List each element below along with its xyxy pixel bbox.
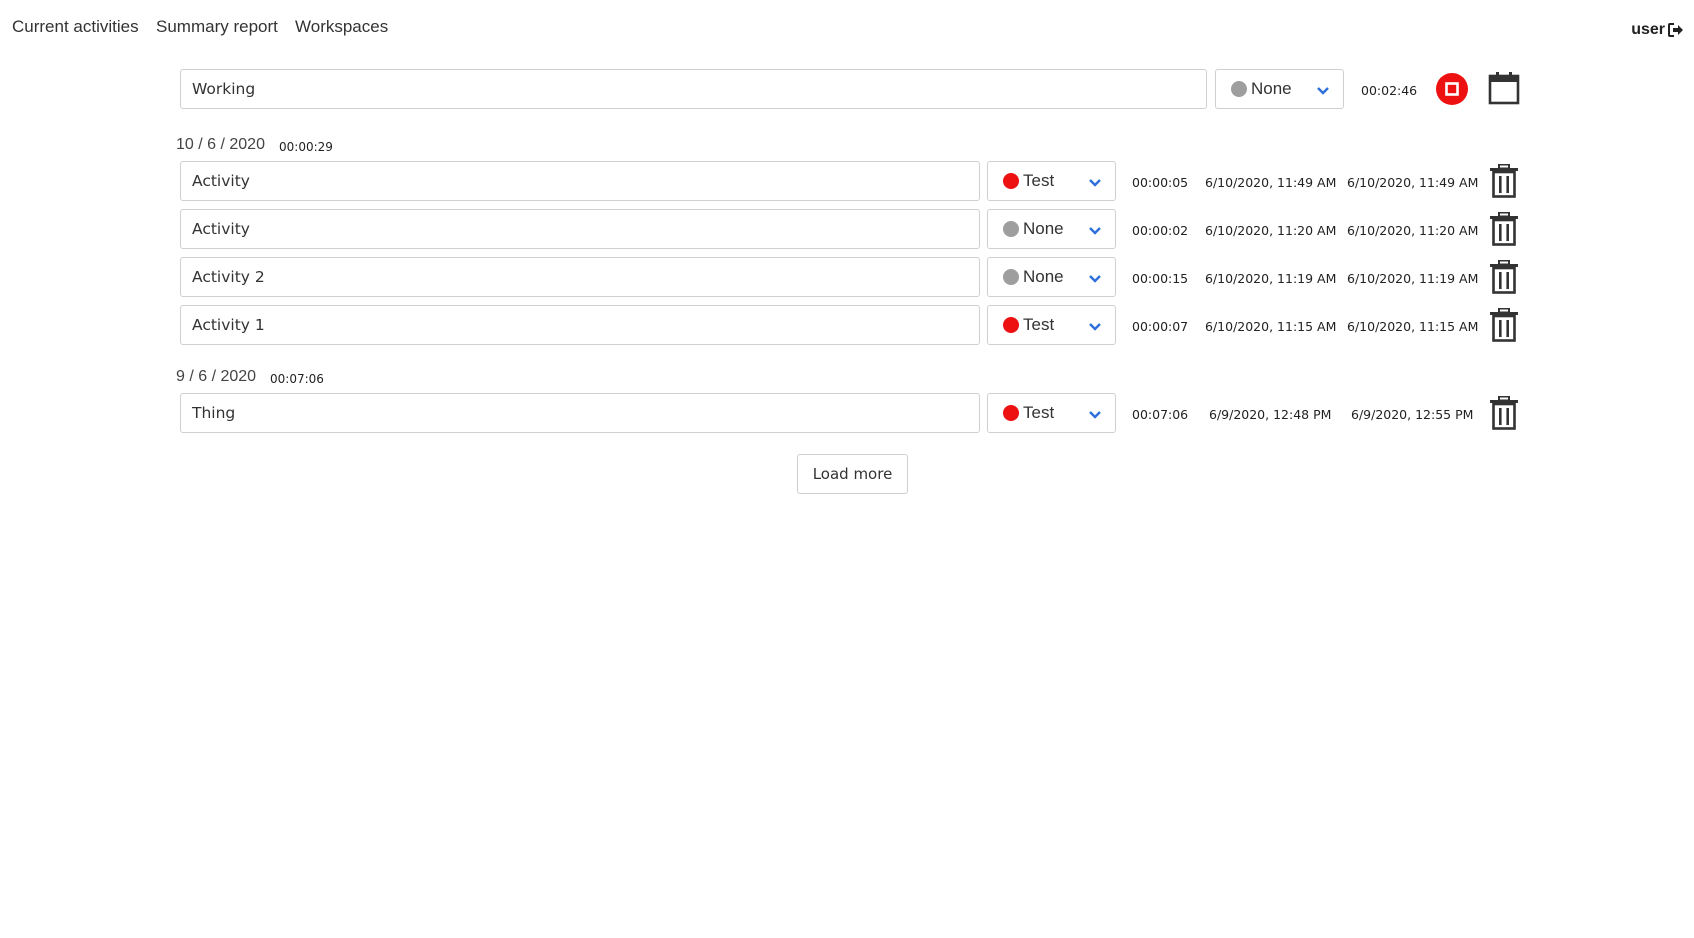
entry-duration: 00:00:15 (1132, 271, 1189, 286)
tag-color-dot (1003, 173, 1019, 189)
entry-end-time: 6/10/2020, 11:20 AM (1347, 223, 1479, 238)
group-total-duration: 00:00:29 (279, 140, 333, 154)
nav-workspaces[interactable]: Workspaces (295, 17, 388, 37)
group-date: 10 / 6 / 2020 (176, 136, 265, 153)
chevron-down-icon (1088, 407, 1102, 425)
tag-label: None (1023, 267, 1064, 286)
group-date: 9 / 6 / 2020 (176, 368, 257, 385)
logout-icon[interactable] (1668, 23, 1684, 37)
tag-label: Test (1023, 171, 1055, 190)
tag-select[interactable]: None (987, 209, 1116, 249)
load-more-button[interactable]: Load more (797, 454, 908, 494)
nav-current-activities[interactable]: Current activities (12, 17, 139, 37)
chevron-down-icon (1088, 175, 1102, 193)
entry-end-time: 6/10/2020, 11:19 AM (1347, 271, 1479, 286)
tag-color-dot (1003, 221, 1019, 237)
tag-label: Test (1023, 403, 1055, 422)
entry-start-time: 6/10/2020, 11:49 AM (1205, 175, 1337, 190)
chevron-down-icon (1088, 223, 1102, 241)
activity-name-input[interactable] (180, 393, 980, 433)
top-nav: Current activities Summary report Worksp… (0, 0, 1694, 54)
activity-name-input[interactable] (180, 209, 980, 249)
entry-duration: 00:00:07 (1132, 319, 1189, 334)
tag-select[interactable]: None (987, 257, 1116, 297)
group-total-duration: 00:07:06 (270, 372, 324, 386)
tag-select[interactable]: Test (987, 305, 1116, 345)
nav-summary-report[interactable]: Summary report (156, 17, 278, 37)
entry-start-time: 6/10/2020, 11:20 AM (1205, 223, 1337, 238)
calendar-icon[interactable] (1488, 71, 1520, 105)
entry-duration: 00:00:05 (1132, 175, 1189, 190)
tag-color-dot (1003, 317, 1019, 333)
activity-name-input[interactable] (180, 257, 980, 297)
tag-color-dot (1003, 269, 1019, 285)
chevron-down-icon (1088, 271, 1102, 289)
chevron-down-icon (1316, 83, 1330, 101)
stop-icon[interactable] (1436, 73, 1468, 105)
current-duration: 00:02:46 (1361, 83, 1418, 98)
trash-icon[interactable] (1489, 260, 1519, 294)
tag-select[interactable]: Test (987, 393, 1116, 433)
trash-icon[interactable] (1489, 164, 1519, 198)
entry-end-time: 6/10/2020, 11:49 AM (1347, 175, 1479, 190)
chevron-down-icon (1088, 319, 1102, 337)
tag-label: None (1023, 219, 1064, 238)
entry-end-time: 6/9/2020, 12:55 PM (1351, 407, 1474, 422)
tag-label: Test (1023, 315, 1055, 334)
entry-start-time: 6/9/2020, 12:48 PM (1209, 407, 1332, 422)
tag-label: None (1251, 79, 1292, 98)
entry-duration: 00:00:02 (1132, 223, 1189, 238)
tag-color-dot (1231, 81, 1247, 97)
activity-name-input[interactable] (180, 305, 980, 345)
entry-start-time: 6/10/2020, 11:15 AM (1205, 319, 1337, 334)
trash-icon[interactable] (1489, 308, 1519, 342)
trash-icon[interactable] (1489, 212, 1519, 246)
entry-start-time: 6/10/2020, 11:19 AM (1205, 271, 1337, 286)
current-tag-select[interactable]: None (1215, 69, 1344, 109)
tag-select[interactable]: Test (987, 161, 1116, 201)
entry-end-time: 6/10/2020, 11:15 AM (1347, 319, 1479, 334)
current-activity-input[interactable] (180, 69, 1207, 109)
tag-color-dot (1003, 405, 1019, 421)
user-name: user (1631, 21, 1665, 38)
trash-icon[interactable] (1489, 396, 1519, 430)
user-menu[interactable]: user (1631, 21, 1684, 39)
activity-name-input[interactable] (180, 161, 980, 201)
entry-duration: 00:07:06 (1132, 407, 1189, 422)
